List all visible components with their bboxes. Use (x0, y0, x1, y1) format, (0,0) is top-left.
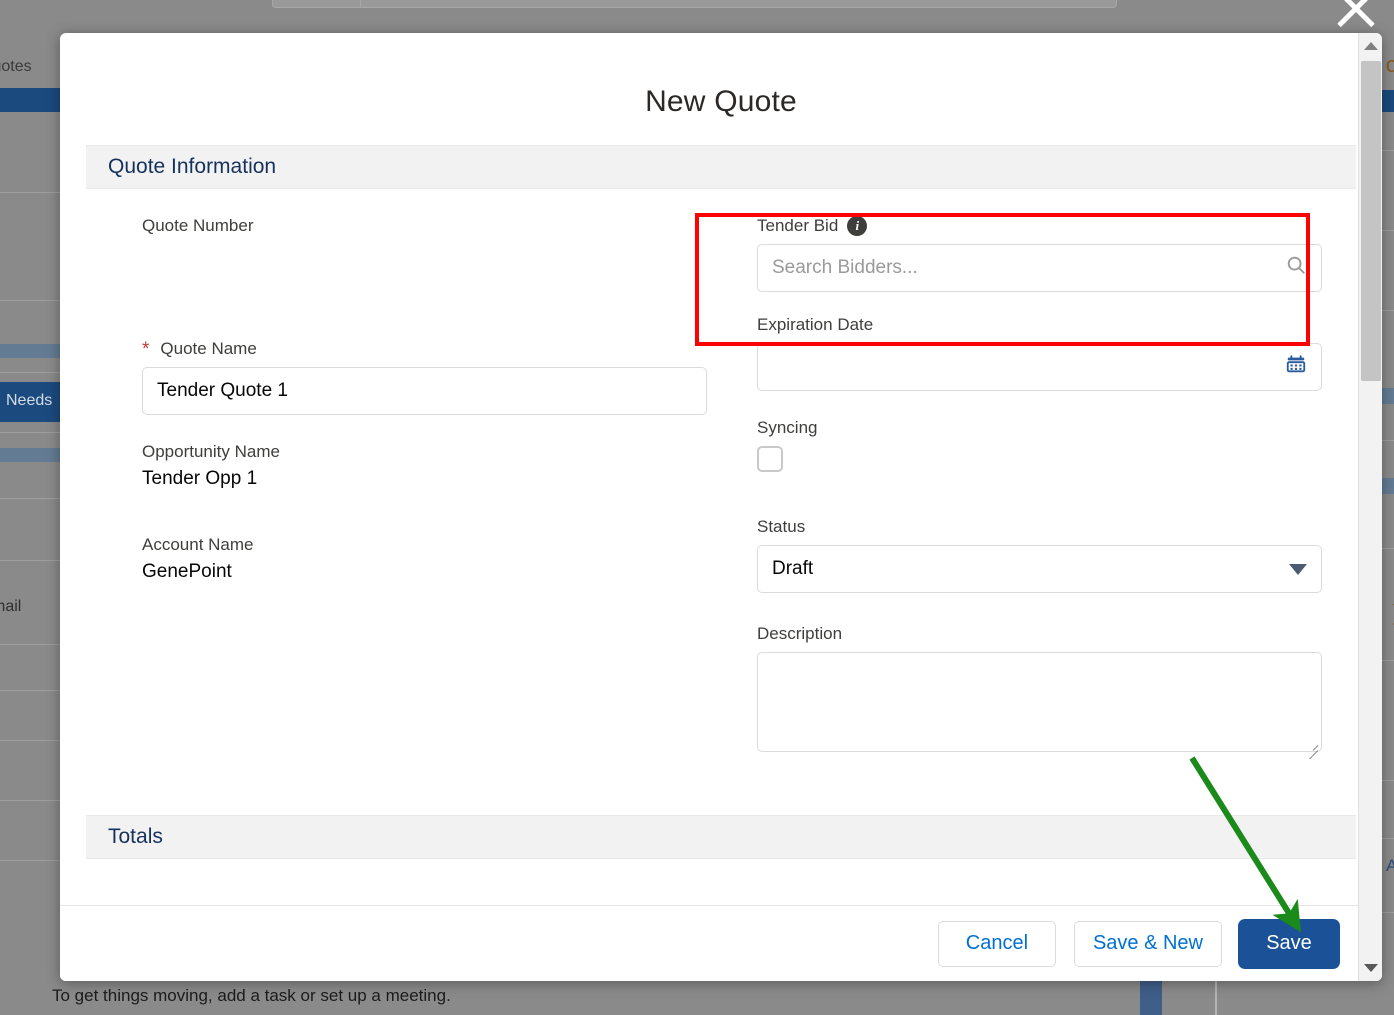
required-marker: * (142, 338, 150, 360)
scroll-up-arrow-icon[interactable] (1359, 35, 1382, 57)
section-header-quote-information: Quote Information (86, 145, 1356, 189)
quote-name-label-text: Quote Name (160, 339, 257, 359)
tender-bid-label-text: Tender Bid (757, 216, 839, 235)
modal-scrollbar[interactable] (1358, 33, 1382, 981)
background-divider (0, 560, 64, 561)
background-banner-dark (0, 88, 64, 112)
background-divider (0, 740, 64, 741)
scroll-down-arrow-icon[interactable] (1359, 957, 1382, 979)
modal-title: New Quote (645, 85, 797, 118)
field-tender-bid: Tender Bid i (757, 215, 1322, 293)
background-bottom-divider (1215, 980, 1217, 1015)
background-divider (0, 860, 64, 861)
background-divider (0, 498, 64, 499)
calendar-icon[interactable] (1285, 353, 1307, 381)
field-description: Description (757, 623, 1322, 757)
layout-spacer (142, 280, 707, 338)
syncing-checkbox[interactable] (757, 446, 783, 473)
field-status: Status Draft (757, 516, 1322, 594)
opportunity-name-label: Opportunity Name (142, 442, 280, 462)
background-divider (0, 432, 64, 433)
search-scope-selector[interactable]: All (273, 0, 361, 7)
status-label: Status (757, 517, 806, 537)
save-and-new-button[interactable]: Save & New (1073, 920, 1222, 967)
field-syncing: Syncing (757, 417, 1322, 473)
background-fragment-2: Needs (6, 392, 53, 409)
tender-bid-search-input[interactable] (772, 257, 1277, 280)
background-empty-state-text: To get things moving, add a task or set … (52, 986, 451, 1005)
background-fragment-r0: o (1385, 52, 1394, 77)
status-selected-value: Draft (772, 558, 814, 580)
account-name-value: GenePoint (142, 561, 232, 583)
tender-bid-lookup-wrapper[interactable] (757, 244, 1322, 293)
new-quote-modal: New Quote Quote Information Quote Number… (60, 33, 1382, 981)
expiration-date-wrapper[interactable] (757, 343, 1322, 392)
description-wrapper (757, 652, 1322, 757)
description-textarea[interactable] (757, 652, 1322, 753)
background-bottom-chip (1140, 980, 1162, 1015)
background-divider (0, 192, 64, 193)
background-divider (0, 300, 64, 301)
expiration-date-label: Expiration Date (757, 315, 874, 335)
quote-information-grid: Quote Number * Quote Name Opportunity Na… (86, 189, 1356, 773)
field-opportunity-name: Opportunity Name Tender Opp 1 (142, 441, 707, 490)
background-tab-quotes: Quotes (0, 58, 32, 75)
background-band-2 (0, 448, 64, 462)
field-account-name: Account Name GenePoint (142, 534, 707, 583)
background-divider (0, 800, 64, 801)
background-left-column: Quotes t Needs mail (0, 0, 64, 1015)
chevron-down-icon[interactable] (1289, 563, 1307, 575)
section-header-totals: Totals (86, 815, 1356, 860)
background-band (0, 344, 64, 358)
close-icon[interactable] (1328, 0, 1384, 36)
background-fragment-3: mail (0, 598, 22, 615)
account-name-label: Account Name (142, 535, 254, 555)
right-column: Tender Bid i Expiration (757, 215, 1322, 773)
field-quote-name: * Quote Name (142, 338, 707, 416)
status-select[interactable]: Draft (757, 545, 1322, 594)
search-icon[interactable] (1285, 254, 1307, 282)
quote-name-label: * Quote Name (142, 338, 707, 360)
left-column: Quote Number * Quote Name Opportunity Na… (142, 215, 707, 773)
field-expiration-date: Expiration Date (757, 314, 1322, 392)
background-fragment-r3: At (1385, 856, 1394, 875)
background-divider (0, 372, 64, 373)
description-label: Description (757, 624, 843, 644)
background-divider (0, 690, 64, 691)
quote-name-input[interactable] (157, 380, 692, 403)
quote-name-input-wrapper[interactable] (142, 367, 707, 416)
quote-number-value (142, 242, 707, 264)
cancel-button[interactable]: Cancel (937, 920, 1056, 967)
background-divider (0, 644, 64, 645)
field-quote-number: Quote Number (142, 215, 707, 264)
info-circle-icon[interactable]: i (847, 216, 868, 237)
opportunity-name-value: Tender Opp 1 (142, 468, 258, 490)
quote-number-label: Quote Number (142, 216, 254, 235)
modal-body: Quote Information Quote Number * Quote N… (60, 145, 1382, 905)
global-search-bar[interactable]: All ⚲ Search... (272, 0, 1117, 8)
scrollbar-thumb[interactable] (1361, 61, 1381, 381)
tender-bid-label: Tender Bid i (757, 215, 1322, 237)
syncing-label: Syncing (757, 418, 818, 438)
modal-footer: Cancel Save & New Save (60, 905, 1382, 981)
save-button[interactable]: Save (1240, 920, 1338, 967)
expiration-date-input[interactable] (772, 356, 1277, 379)
